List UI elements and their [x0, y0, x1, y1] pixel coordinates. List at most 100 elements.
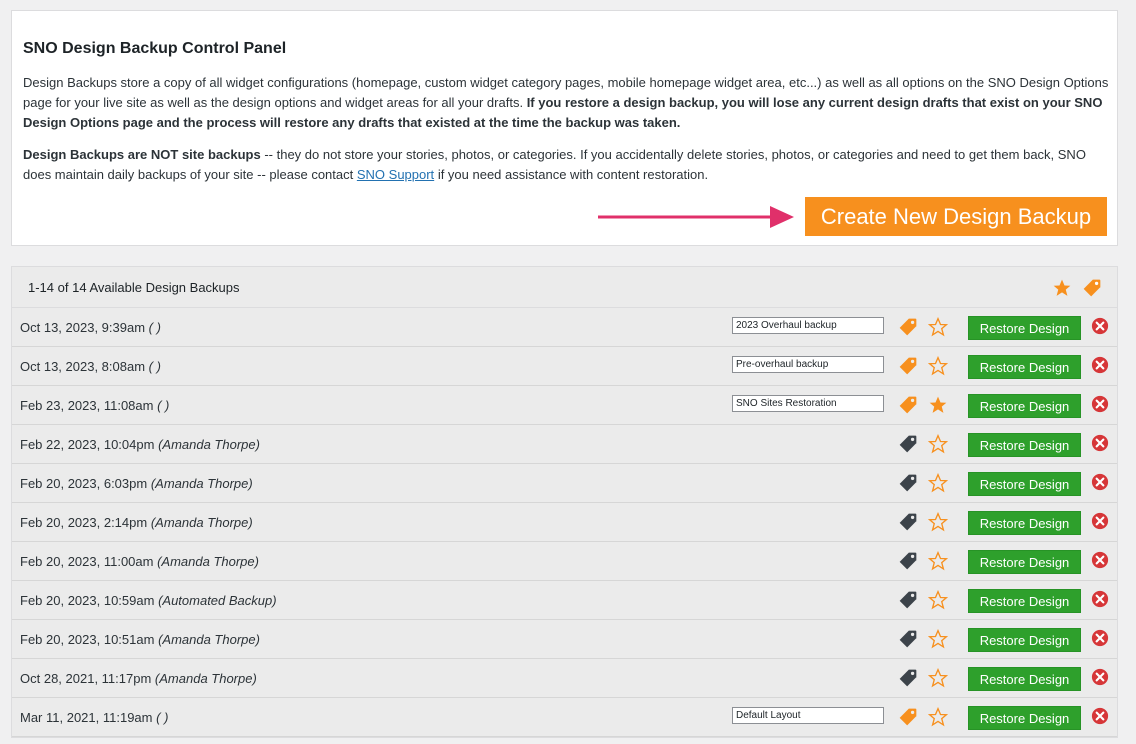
restore-design-button[interactable]: Restore Design	[968, 472, 1081, 496]
delete-circle-icon[interactable]	[1091, 317, 1109, 335]
star-filled-icon[interactable]	[1052, 278, 1072, 298]
restore-design-button[interactable]: Restore Design	[968, 706, 1081, 730]
backup-author: (Amanda Thorpe)	[154, 671, 257, 686]
backup-date: Feb 20, 2023, 6:03pm (Amanda Thorpe)	[20, 476, 253, 491]
tag-icon[interactable]	[898, 629, 918, 649]
backup-note-input[interactable]	[732, 395, 884, 412]
star-icon[interactable]	[928, 317, 948, 337]
backup-timestamp: Feb 20, 2023, 2:14pm	[20, 515, 148, 530]
star-icon[interactable]	[928, 590, 948, 610]
backup-timestamp: Mar 11, 2021, 11:19am	[20, 710, 153, 725]
tag-icon[interactable]	[898, 395, 918, 415]
note-heading: Design Backups are NOT site backups	[23, 147, 261, 162]
backup-date: Mar 11, 2021, 11:19am ( )	[20, 710, 168, 725]
restore-design-button[interactable]: Restore Design	[968, 316, 1081, 340]
tag-icon[interactable]	[898, 317, 918, 337]
star-icon[interactable]	[928, 707, 948, 727]
backup-date: Oct 13, 2023, 8:08am ( )	[20, 359, 161, 374]
backup-timestamp: Feb 20, 2023, 10:59am	[20, 593, 155, 608]
backup-author: (Amanda Thorpe)	[150, 476, 253, 491]
backup-note-input[interactable]	[732, 317, 884, 334]
star-icon[interactable]	[928, 473, 948, 493]
create-backup-button[interactable]: Create New Design Backup	[805, 197, 1107, 236]
restore-design-button[interactable]: Restore Design	[968, 433, 1081, 457]
panel-note: Design Backups are NOT site backups -- t…	[23, 145, 1109, 185]
backup-author: ( )	[157, 398, 170, 413]
delete-circle-icon[interactable]	[1091, 668, 1109, 686]
delete-circle-icon[interactable]	[1091, 473, 1109, 491]
tag-icon[interactable]	[898, 434, 918, 454]
note-tail: if you need assistance with content rest…	[437, 167, 709, 182]
delete-circle-icon[interactable]	[1091, 395, 1109, 413]
table-row: Mar 11, 2021, 11:19am ( ) Restore Design	[12, 698, 1117, 737]
panel-title: SNO Design Backup Control Panel	[23, 40, 287, 57]
backup-timestamp: Oct 13, 2023, 9:39am	[20, 320, 146, 335]
backup-timestamp: Feb 20, 2023, 6:03pm	[20, 476, 148, 491]
star-icon[interactable]	[928, 434, 948, 454]
restore-design-button[interactable]: Restore Design	[968, 394, 1081, 418]
backup-date: Feb 20, 2023, 10:51am (Amanda Thorpe)	[20, 632, 260, 647]
table-row: Oct 13, 2023, 8:08am ( ) Restore Design	[12, 347, 1117, 386]
backup-author: ( )	[148, 359, 161, 374]
restore-design-button[interactable]: Restore Design	[968, 589, 1081, 613]
backup-timestamp: Feb 20, 2023, 11:00am	[20, 554, 154, 569]
backup-author: (Automated Backup)	[158, 593, 277, 608]
delete-circle-icon[interactable]	[1091, 590, 1109, 608]
backup-author: ( )	[156, 710, 169, 725]
tag-icon[interactable]	[898, 590, 918, 610]
table-row: Feb 23, 2023, 11:08am ( ) Restore Design	[12, 386, 1117, 425]
table-row: Oct 28, 2021, 11:17pm (Amanda Thorpe) Res…	[12, 659, 1117, 698]
backup-author: (Amanda Thorpe)	[158, 632, 260, 647]
backup-author: ( )	[148, 320, 161, 335]
panel-description: Design Backups store a copy of all widge…	[23, 73, 1109, 133]
restore-design-button[interactable]: Restore Design	[968, 511, 1081, 535]
backup-date: Feb 20, 2023, 2:14pm (Amanda Thorpe)	[20, 515, 253, 530]
backup-author: (Amanda Thorpe)	[150, 515, 253, 530]
tag-icon[interactable]	[1082, 278, 1102, 298]
backup-author: (Amanda Thorpe)	[158, 437, 260, 452]
delete-circle-icon[interactable]	[1091, 512, 1109, 530]
restore-design-button[interactable]: Restore Design	[968, 355, 1081, 379]
restore-design-button[interactable]: Restore Design	[968, 667, 1081, 691]
tag-icon[interactable]	[898, 473, 918, 493]
backup-timestamp: Feb 20, 2023, 10:51am	[20, 632, 155, 647]
tag-icon[interactable]	[898, 512, 918, 532]
star-icon[interactable]	[928, 629, 948, 649]
star-icon[interactable]	[928, 512, 948, 532]
star-icon[interactable]	[928, 356, 948, 376]
delete-circle-icon[interactable]	[1091, 434, 1109, 452]
backup-note-input[interactable]	[732, 707, 884, 724]
tag-icon[interactable]	[898, 668, 918, 688]
backup-timestamp: Oct 28, 2021, 11:17pm	[20, 671, 152, 686]
backup-timestamp: Oct 13, 2023, 8:08am	[20, 359, 146, 374]
table-row: Feb 22, 2023, 10:04pm (Amanda Thorpe) Res…	[12, 425, 1117, 464]
star-filled-icon[interactable]	[928, 395, 948, 415]
control-panel: SNO Design Backup Control Panel Design B…	[11, 10, 1118, 246]
sno-support-link[interactable]: SNO Support	[357, 167, 434, 182]
table-row: Oct 13, 2023, 9:39am ( ) Restore Design	[12, 308, 1117, 347]
arrow-right-icon	[598, 206, 794, 228]
backup-date: Feb 22, 2023, 10:04pm (Amanda Thorpe)	[20, 437, 260, 452]
backups-count: 1-14 of 14 Available Design Backups	[28, 280, 240, 295]
backup-timestamp: Feb 22, 2023, 10:04pm	[20, 437, 155, 452]
backup-date: Feb 23, 2023, 11:08am ( )	[20, 398, 169, 413]
star-icon[interactable]	[928, 668, 948, 688]
backup-date: Oct 13, 2023, 9:39am ( )	[20, 320, 161, 335]
table-row: Feb 20, 2023, 11:00am (Amanda Thorpe) Res…	[12, 542, 1117, 581]
tag-icon[interactable]	[898, 356, 918, 376]
table-row: Feb 20, 2023, 10:51am (Amanda Thorpe) Res…	[12, 620, 1117, 659]
delete-circle-icon[interactable]	[1091, 707, 1109, 725]
backup-note-input[interactable]	[732, 356, 884, 373]
delete-circle-icon[interactable]	[1091, 551, 1109, 569]
tag-icon[interactable]	[898, 707, 918, 727]
star-icon[interactable]	[928, 551, 948, 571]
tag-icon[interactable]	[898, 551, 918, 571]
restore-design-button[interactable]: Restore Design	[968, 628, 1081, 652]
delete-circle-icon[interactable]	[1091, 356, 1109, 374]
backup-date: Feb 20, 2023, 11:00am (Amanda Thorpe)	[20, 554, 259, 569]
backup-timestamp: Feb 23, 2023, 11:08am	[20, 398, 154, 413]
delete-circle-icon[interactable]	[1091, 629, 1109, 647]
table-row: Feb 20, 2023, 2:14pm (Amanda Thorpe) Rest…	[12, 503, 1117, 542]
restore-design-button[interactable]: Restore Design	[968, 550, 1081, 574]
backup-date: Oct 28, 2021, 11:17pm (Amanda Thorpe)	[20, 671, 257, 686]
